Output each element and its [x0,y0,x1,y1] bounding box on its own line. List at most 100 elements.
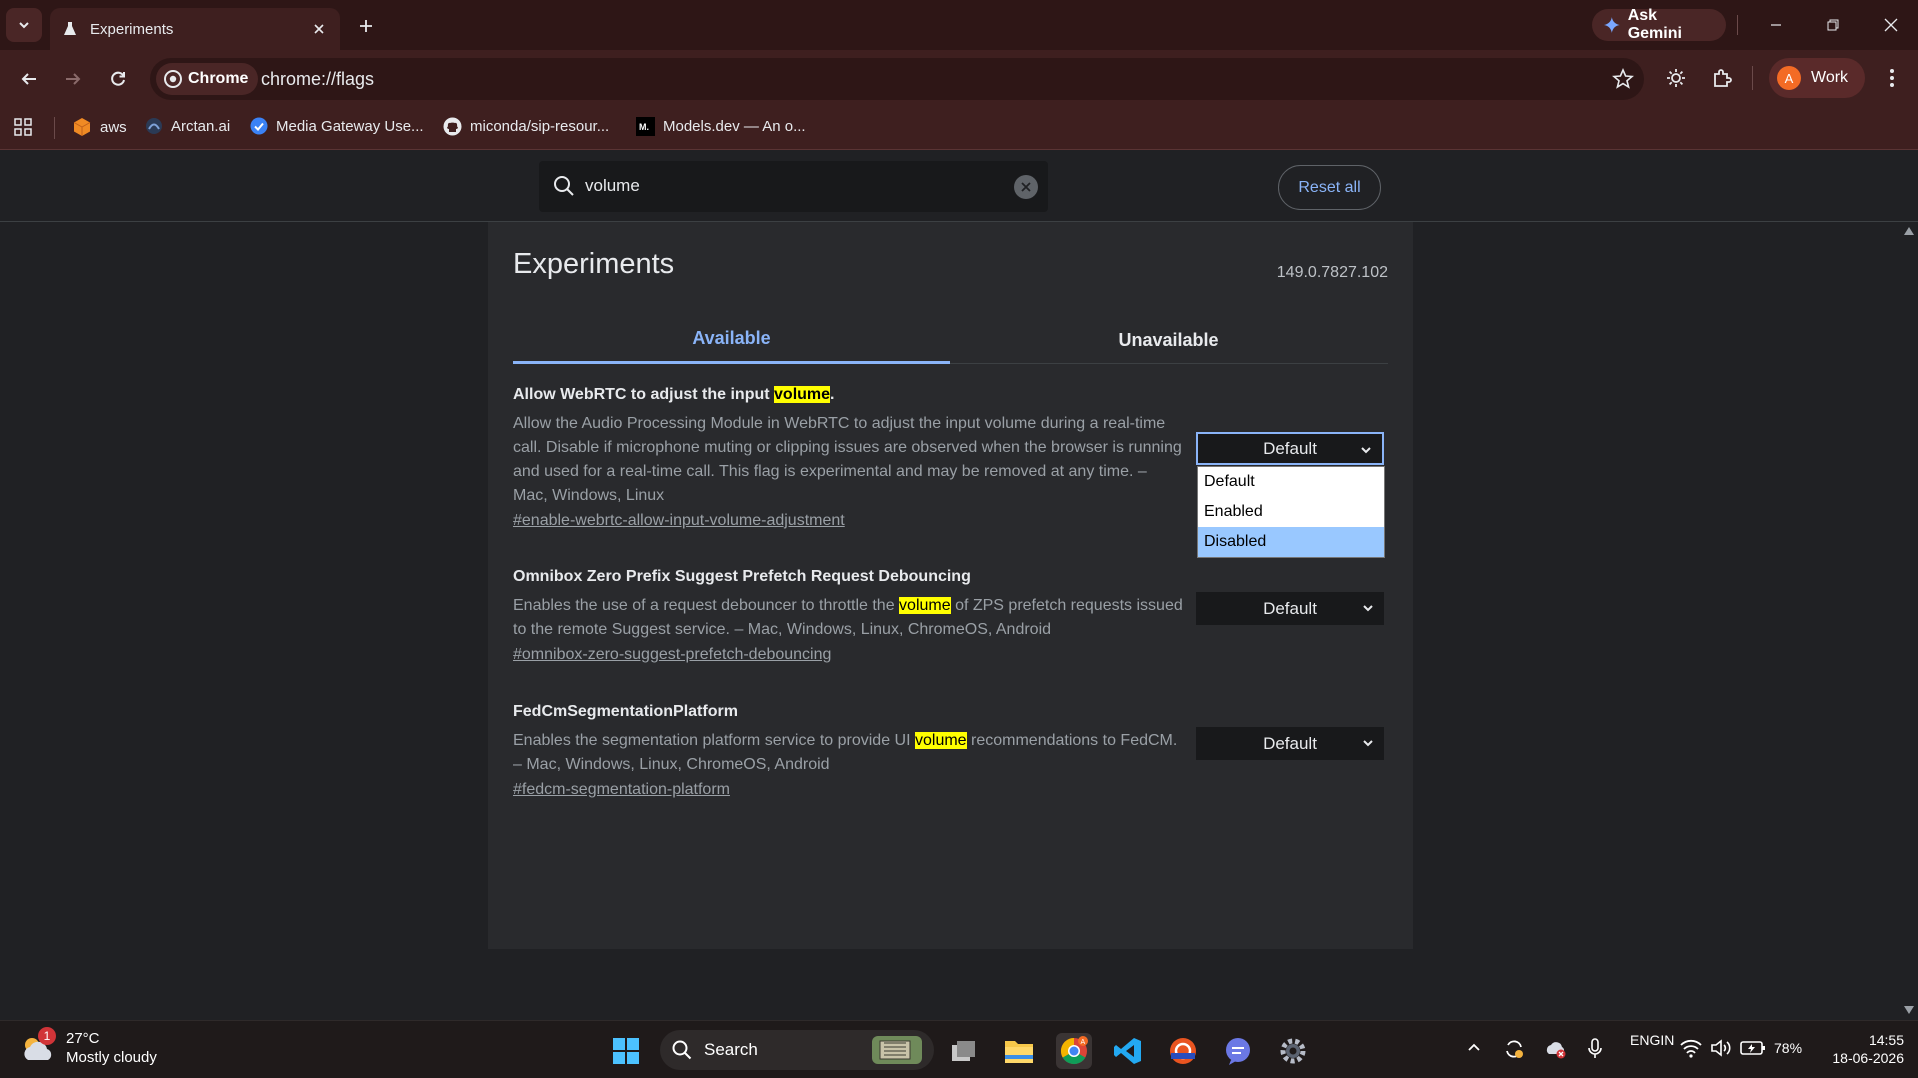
profile-button[interactable]: A Work [1769,58,1865,98]
weather-badge: 1 [38,1027,56,1045]
forward-button[interactable] [58,64,88,94]
extensions-puzzle-icon[interactable] [1708,64,1736,92]
select-value: Default [1263,438,1317,458]
chip-label: Chrome [188,70,249,87]
ask-gemini-button[interactable]: Ask Gemini [1592,7,1726,42]
experiment-description: Enables the segmentation platform servic… [513,729,1183,777]
flask-icon [62,21,78,37]
search-input[interactable]: volume [585,176,640,196]
experiment-select[interactable]: Default [1196,592,1384,625]
weather-widget[interactable]: 1 27°C Mostly cloudy [20,1027,157,1067]
chrome-app[interactable]: A [1056,1033,1092,1069]
bookmark-arctan[interactable]: Arctan.ai [145,117,230,135]
search-highlight: volume [774,386,831,403]
plus-icon [360,20,372,32]
bookmark-github[interactable]: miconda/sip-resour... [443,117,609,136]
experiment-description: Enables the use of a request debouncer t… [513,594,1183,642]
windows-taskbar: 1 27°C Mostly cloudy Search A ENG IN 78%… [0,1020,1918,1078]
start-button[interactable] [608,1033,644,1069]
taskbar-search[interactable]: Search [660,1030,934,1070]
gemini-sparkle-icon [1604,17,1620,33]
restore-icon [1827,19,1839,31]
language-indicator[interactable]: ENG IN [1630,1031,1674,1049]
chevron-down-icon [1363,740,1373,747]
tab-unavailable[interactable]: Unavailable [950,316,1387,364]
file-explorer-app[interactable] [1001,1033,1037,1069]
flags-search-box[interactable]: volume [539,161,1048,212]
close-icon [1884,18,1898,32]
battery-percent: 78% [1774,1040,1803,1056]
select-value: Default [1263,598,1317,618]
show-hidden-icons-button[interactable] [1466,1039,1482,1055]
desc-text: Enables the use of a request debouncer t… [513,597,900,614]
weather-desc: Mostly cloudy [66,1049,157,1066]
ask-gemini-label: Ask Gemini [1627,7,1682,42]
url-text[interactable]: chrome://flags [261,69,374,90]
settings-app[interactable] [1275,1033,1311,1069]
search-highlight-art-icon [872,1036,922,1064]
tabs: Available Unavailable [513,316,1388,364]
svg-text:M.: M. [639,122,649,132]
menu-kebab-icon[interactable] [1878,64,1906,92]
bookmark-label: miconda/sip-resour... [470,118,610,135]
minimize-button[interactable] [1753,10,1799,40]
bookmark-media-gateway[interactable]: Media Gateway Use... [250,117,424,135]
bookmark-models-dev[interactable]: M. Models.dev — An o... [636,117,806,136]
bookmark-star-icon[interactable] [1612,68,1634,90]
ubuntu-app[interactable] [1165,1033,1201,1069]
clear-search-icon[interactable] [1014,175,1038,199]
chevron-down-icon [1363,605,1373,612]
site-info-chip[interactable]: Chrome [156,63,259,95]
chevron-down-icon [1361,447,1371,454]
reset-all-button[interactable]: Reset all [1278,165,1381,210]
experiment-select[interactable]: Default [1196,727,1384,760]
onedrive-error-icon[interactable] [1544,1038,1568,1060]
tab-available[interactable]: Available [513,316,950,364]
sync-icon[interactable] [1503,1038,1525,1060]
close-window-button[interactable] [1868,10,1914,40]
reload-button[interactable] [103,64,133,94]
task-view-button[interactable] [946,1033,982,1069]
microphone-icon[interactable] [1586,1038,1604,1060]
chat-app[interactable] [1220,1033,1256,1069]
gemini-settings-icon[interactable] [1662,64,1690,92]
tab-search-button[interactable] [6,8,42,42]
tab-experiments[interactable]: Experiments [50,8,340,50]
quick-settings[interactable]: 78% [1680,1038,1802,1058]
experiment-link[interactable]: #omnibox-zero-suggest-prefetch-debouncin… [513,646,831,664]
address-bar[interactable]: Chrome chrome://flags [150,58,1644,100]
desc-text: Enables the segmentation platform servic… [513,732,915,749]
svg-text:A: A [1081,1039,1086,1046]
arrow-right-icon [66,73,81,85]
apps-grid-icon[interactable] [14,118,32,136]
ubuntu-icon [1170,1038,1196,1064]
back-button[interactable] [14,64,44,94]
clock[interactable]: 14:55 18-06-2026 [1814,1031,1904,1067]
option-disabled[interactable]: Disabled [1198,527,1384,557]
bookmark-label: Models.dev — An o... [663,118,806,135]
experiment-link[interactable]: #fedcm-segmentation-platform [513,781,730,799]
tab-title: Experiments [90,20,174,38]
option-enabled[interactable]: Enabled [1198,497,1384,527]
chevron-up-icon [1468,1043,1480,1051]
scroll-up-arrow-icon[interactable] [1904,227,1914,235]
folder-icon [1005,1041,1033,1063]
experiment-link[interactable]: #enable-webrtc-allow-input-volume-adjust… [513,512,845,530]
close-tab-icon[interactable] [310,20,328,38]
flags-header: volume Reset all [0,151,1918,222]
bookmark-aws[interactable]: aws [72,117,127,137]
page-scrollbar[interactable] [1900,222,1918,1020]
restore-button[interactable] [1810,10,1856,40]
new-tab-button[interactable] [352,12,380,40]
option-default[interactable]: Default [1198,467,1384,497]
scroll-down-arrow-icon[interactable] [1904,1006,1914,1014]
check-badge-icon [250,117,268,135]
minimize-icon [1771,24,1781,26]
vscode-app[interactable] [1110,1033,1146,1069]
volume-icon [1711,1039,1731,1057]
experiment-item: FedCmSegmentationPlatform Enables the se… [513,703,1183,799]
experiment-select[interactable]: Default [1196,432,1384,465]
windows-logo-icon [613,1038,639,1064]
chrome-icon [164,70,182,88]
arrow-left-icon [21,73,36,85]
